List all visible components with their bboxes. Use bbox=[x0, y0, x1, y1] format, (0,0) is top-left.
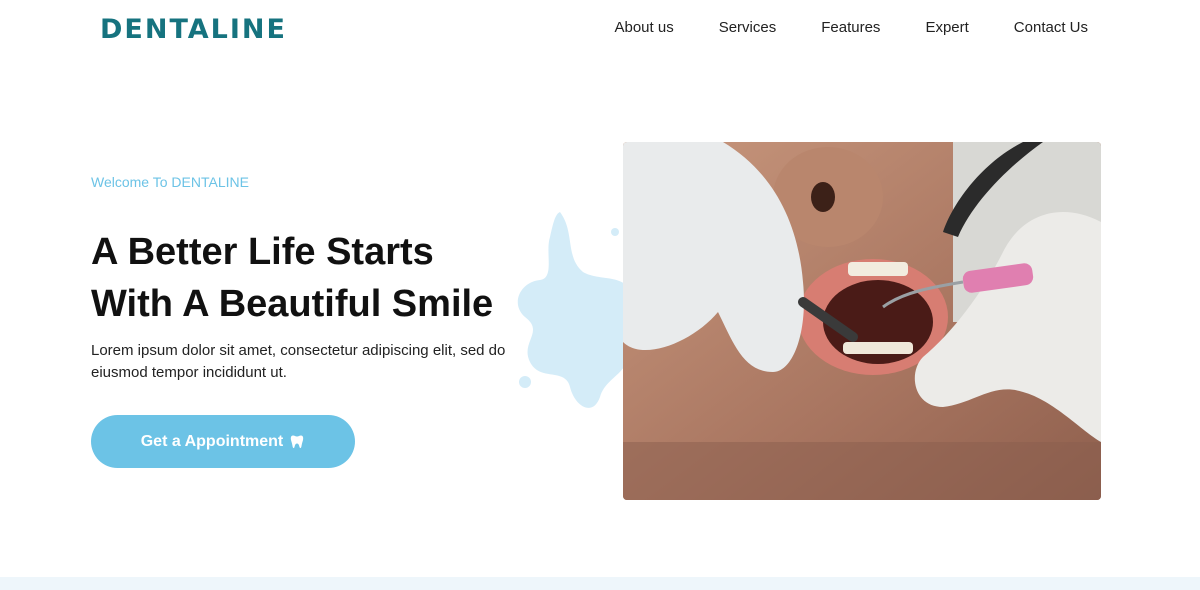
headline-line-2: With A Beautiful Smile bbox=[91, 283, 494, 325]
hero-description: Lorem ipsum dolor sit amet, consectetur … bbox=[91, 342, 506, 381]
nav-item-features[interactable]: Features bbox=[821, 19, 880, 36]
tooth-icon bbox=[291, 435, 304, 448]
photo-illustration bbox=[623, 142, 1101, 500]
nav-item-expert[interactable]: Expert bbox=[925, 19, 968, 36]
cta-label: Get a Appointment bbox=[140, 432, 284, 450]
nav-item-services[interactable]: Services bbox=[719, 19, 777, 36]
site-header: DENTALINE About us Services Features Exp… bbox=[0, 0, 1200, 62]
headline-line-1: A Better Life Starts bbox=[91, 231, 434, 273]
hero-headline: A Better Life Starts With A Beautiful Sm… bbox=[91, 226, 571, 330]
nav-item-contact-us[interactable]: Contact Us bbox=[1014, 19, 1088, 36]
welcome-text: Welcome To DENTALINE bbox=[91, 174, 249, 190]
get-appointment-button[interactable]: Get a Appointment bbox=[91, 415, 355, 468]
logo[interactable]: DENTALINE bbox=[100, 14, 287, 45]
next-section-band bbox=[0, 577, 1200, 590]
nav-item-about-us[interactable]: About us bbox=[614, 19, 673, 36]
main-nav: About us Services Features Expert Contac… bbox=[614, 19, 1088, 36]
hero-section: Welcome To DENTALINE A Better Life Start… bbox=[0, 62, 1200, 577]
dentist-treatment-photo bbox=[623, 142, 1101, 500]
